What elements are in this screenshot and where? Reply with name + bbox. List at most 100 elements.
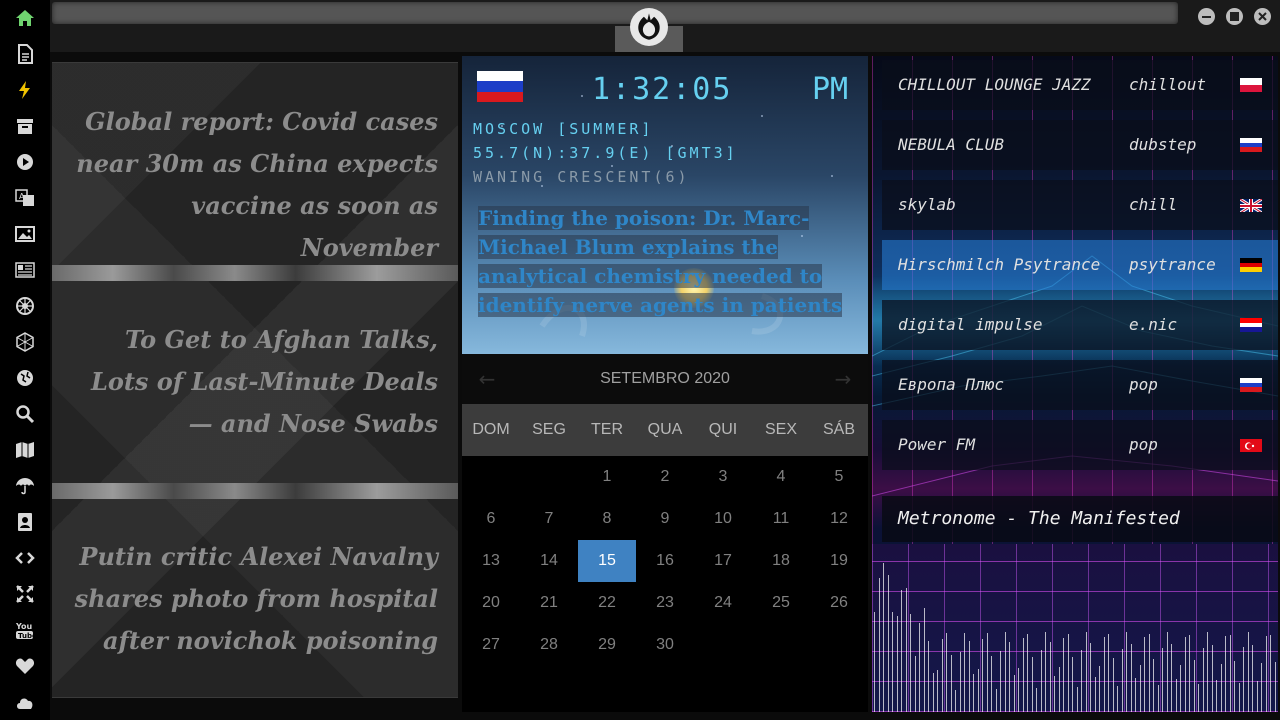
station-row[interactable]: NEBULA CLUB dubstep xyxy=(882,120,1278,170)
station-row-active[interactable]: Hirschmilch Psytrance psytrance xyxy=(882,240,1278,290)
calendar-day[interactable]: 20 xyxy=(462,582,520,624)
umbrella-button[interactable] xyxy=(13,474,37,498)
prev-month-button[interactable]: ← xyxy=(474,366,500,392)
translate-button[interactable]: A xyxy=(13,186,37,210)
station-genre: e.nic xyxy=(1129,315,1178,334)
archive-button[interactable] xyxy=(13,114,37,138)
calendar-day[interactable]: 2 xyxy=(636,456,694,498)
search-button[interactable] xyxy=(13,402,37,426)
calendar-day[interactable]: 14 xyxy=(520,540,578,582)
svg-text:A: A xyxy=(19,192,25,201)
visualizer-bar xyxy=(923,607,925,712)
visualizer-bar xyxy=(1162,648,1163,712)
news-headline[interactable]: Putin critic Alexei Navalny shares photo… xyxy=(52,536,458,662)
map-button[interactable] xyxy=(13,438,37,462)
calendar-day[interactable]: 3 xyxy=(694,456,752,498)
calendar-day[interactable]: 9 xyxy=(636,498,694,540)
station-row[interactable]: CHILLOUT LOUNGE JAZZ chillout xyxy=(882,60,1278,110)
calendar-day[interactable]: 13 xyxy=(462,540,520,582)
visualizer-bar xyxy=(1225,636,1226,712)
station-name: digital impulse xyxy=(898,315,1043,334)
calendar-day[interactable]: 18 xyxy=(752,540,810,582)
calendar-day[interactable]: 23 xyxy=(636,582,694,624)
lightning-button[interactable] xyxy=(13,78,37,102)
close-button[interactable] xyxy=(1254,8,1271,25)
visualizer-bar xyxy=(1045,632,1046,712)
calendar-day[interactable]: 27 xyxy=(462,624,520,666)
calendar-day[interactable]: 26 xyxy=(810,582,868,624)
calendar-day[interactable]: 11 xyxy=(752,498,810,540)
calendar-day[interactable]: 19 xyxy=(810,540,868,582)
close-icon xyxy=(1258,12,1267,21)
visualizer-bar xyxy=(1099,666,1100,712)
article-link[interactable]: Finding the poison: Dr. Marc-Michael Blu… xyxy=(478,204,853,320)
hexagon-button[interactable] xyxy=(13,330,37,354)
weekday-label: SÁB xyxy=(822,421,855,438)
clock-location: MOSCOW [SUMMER] xyxy=(473,120,654,138)
youtube-icon: YouTube xyxy=(15,622,35,640)
weekday-header: DOM SEG TER QUA QUI SEX SÁB xyxy=(462,404,868,456)
calendar-day[interactable]: 7 xyxy=(520,498,578,540)
visualizer-bar xyxy=(995,688,997,712)
article-text[interactable]: Finding the poison: Dr. Marc-Michael Blu… xyxy=(478,206,843,317)
calendar-day[interactable]: 17 xyxy=(694,540,752,582)
rebel-alliance-logo[interactable] xyxy=(630,8,668,46)
svg-text:You: You xyxy=(15,622,33,631)
rebel-button[interactable] xyxy=(13,294,37,318)
next-month-button[interactable]: → xyxy=(830,366,856,392)
calendar-day[interactable]: 25 xyxy=(752,582,810,624)
code-button[interactable] xyxy=(13,546,37,570)
station-row[interactable]: skylab chill xyxy=(882,180,1278,230)
visualizer-bar xyxy=(1067,633,1069,712)
calendar-day[interactable]: 10 xyxy=(694,498,752,540)
calendar-day[interactable]: 21 xyxy=(520,582,578,624)
weekday-label: QUI xyxy=(708,421,738,438)
visualizer-bar xyxy=(964,632,965,712)
station-row[interactable]: Power FM pop xyxy=(882,420,1278,470)
expand-button[interactable] xyxy=(13,582,37,606)
station-genre: chill xyxy=(1129,195,1178,214)
station-row[interactable]: digital impulse e.nic xyxy=(882,300,1278,350)
station-row[interactable]: Европа Плюс pop xyxy=(882,360,1278,410)
calendar-day[interactable]: 12 xyxy=(810,498,868,540)
visualizer-bar xyxy=(991,655,992,712)
home-button[interactable] xyxy=(13,6,37,30)
calendar-day-today[interactable]: 15 xyxy=(578,540,636,582)
station-name: Power FM xyxy=(898,435,976,454)
news-headline[interactable]: Global report: Covid cases near 30m as C… xyxy=(52,101,458,269)
calendar-day[interactable]: 4 xyxy=(752,456,810,498)
calendar-day[interactable]: 6 xyxy=(462,498,520,540)
calendar-day[interactable]: 28 xyxy=(520,624,578,666)
calendar-day[interactable]: 30 xyxy=(636,624,694,666)
calendar-day[interactable]: 16 xyxy=(636,540,694,582)
globe-button[interactable] xyxy=(13,366,37,390)
contacts-button[interactable] xyxy=(13,510,37,534)
visualizer-bar xyxy=(1022,638,1024,712)
calendar-day[interactable]: 22 xyxy=(578,582,636,624)
minimize-button[interactable] xyxy=(1198,8,1215,25)
calendar-day[interactable]: 24 xyxy=(694,582,752,624)
newspaper-button[interactable] xyxy=(13,258,37,282)
visualizer-bar xyxy=(910,614,911,712)
turkey-flag-icon xyxy=(1240,438,1262,452)
document-button[interactable] xyxy=(13,42,37,66)
cloud-button[interactable] xyxy=(13,690,37,714)
news-headline[interactable]: To Get to Afghan Talks, Lots of Last-Min… xyxy=(52,319,458,445)
visualizer-bar xyxy=(1207,632,1208,712)
weekday-label: SEX xyxy=(764,421,797,438)
calendar-day[interactable]: 8 xyxy=(578,498,636,540)
image-button[interactable] xyxy=(13,222,37,246)
visualizer-bar xyxy=(1189,634,1190,712)
heart-button[interactable] xyxy=(13,654,37,678)
play-button[interactable] xyxy=(13,150,37,174)
maximize-button[interactable] xyxy=(1226,8,1243,25)
visualizer-bar xyxy=(1072,657,1073,712)
audio-visualizer xyxy=(872,544,1278,712)
calendar-day[interactable]: 29 xyxy=(578,624,636,666)
address-bar[interactable] xyxy=(52,2,1178,24)
calendar-day[interactable]: 5 xyxy=(810,456,868,498)
calendar-day[interactable]: 1 xyxy=(578,456,636,498)
youtube-button[interactable]: You Tube xyxy=(13,618,37,642)
cloud-icon xyxy=(17,698,33,709)
visualizer-bar xyxy=(1270,635,1271,712)
